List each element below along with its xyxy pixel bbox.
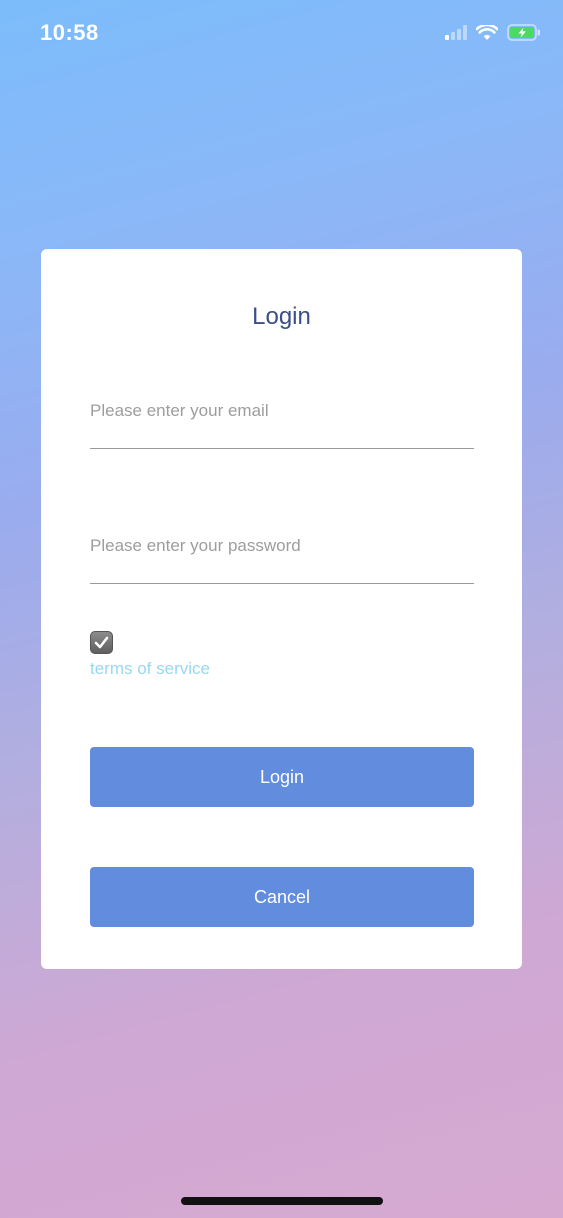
email-field-container <box>90 388 474 449</box>
status-icons <box>445 24 541 41</box>
password-input[interactable] <box>90 529 474 563</box>
login-card <box>41 249 522 969</box>
home-indicator[interactable] <box>181 1197 383 1205</box>
wifi-icon <box>476 24 498 40</box>
cancel-button[interactable]: Cancel <box>90 867 474 927</box>
password-field-container <box>90 523 474 584</box>
checkmark-icon <box>94 636 109 649</box>
login-button[interactable]: Login <box>90 747 474 807</box>
login-title: Login <box>252 303 311 330</box>
terms-checkbox[interactable] <box>90 631 113 654</box>
battery-charging-icon <box>507 24 540 41</box>
cellular-signal-icon <box>445 25 467 40</box>
status-time: 10:58 <box>40 20 99 45</box>
status-bar: 10:58 <box>0 0 563 70</box>
email-input[interactable] <box>90 394 474 428</box>
terms-of-service-link[interactable]: terms of service <box>90 659 210 679</box>
